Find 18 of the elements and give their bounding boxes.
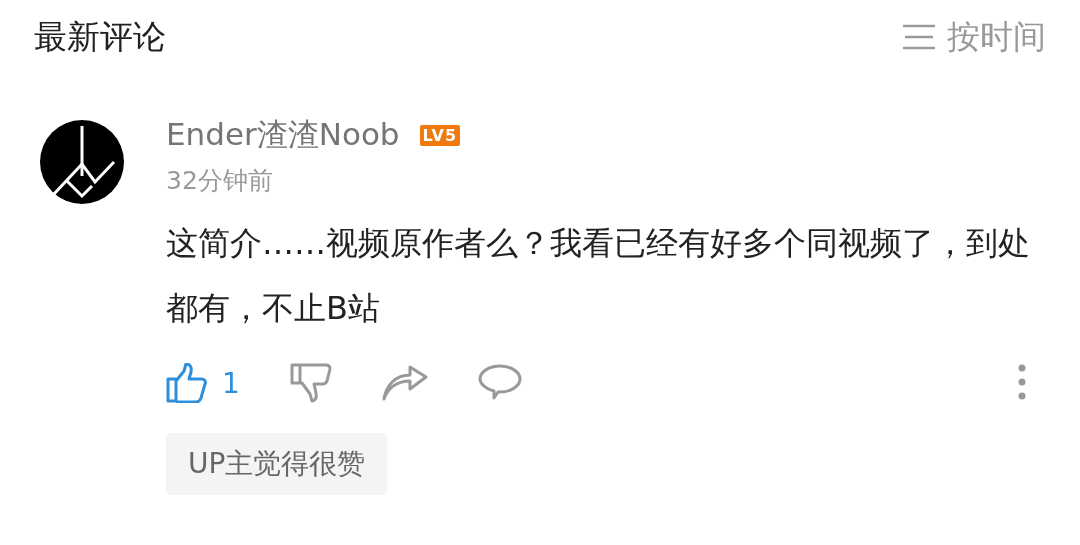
thumbs-down-icon [289, 363, 332, 403]
like-button[interactable]: 1 [166, 363, 240, 403]
more-icon [1018, 363, 1026, 400]
comment-text: 这简介……视频原作者么？我看已经有好多个同视频了，到处都有，不止B站 [166, 223, 1031, 329]
section-title: 最新评论 [34, 15, 166, 58]
share-button[interactable] [381, 365, 428, 401]
share-icon [381, 365, 428, 401]
menu-icon [903, 24, 935, 50]
thumbs-up-icon [166, 363, 208, 403]
timestamp: 32分钟前 [166, 165, 274, 197]
dislike-button[interactable] [289, 363, 332, 403]
avatar[interactable] [40, 120, 124, 204]
username[interactable]: Ender渣渣Noob [166, 114, 400, 156]
reply-button[interactable] [477, 364, 522, 402]
speech-bubble-icon [477, 364, 522, 402]
up-liked-tag: UP主觉得很赞 [166, 433, 388, 495]
level-badge: LV5 [419, 124, 461, 146]
sort-button[interactable]: 按时间 [903, 14, 1046, 60]
